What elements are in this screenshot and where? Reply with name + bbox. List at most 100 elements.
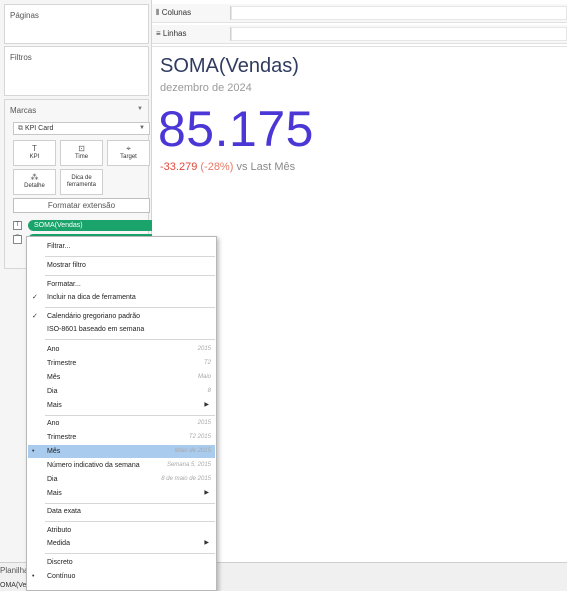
menu-item-filter[interactable]: Filtrar...	[28, 240, 215, 253]
menu-item-month-part[interactable]: Mês Maio	[28, 371, 215, 384]
menu-item-more-part[interactable]: Mais ▶	[28, 399, 215, 412]
filters-title: Filtros	[10, 53, 32, 62]
kpi-title: SOMA(Vendas)	[160, 55, 299, 77]
menu-item-year-value[interactable]: Ano 2015	[28, 417, 215, 430]
kpi-delta-value: -33.279	[160, 161, 198, 173]
menu-item-label: Medida	[47, 540, 70, 547]
menu-item-label: Ano	[47, 420, 60, 427]
marks-title: Marcas	[10, 106, 37, 115]
menu-item-discrete[interactable]: Discreto	[28, 556, 215, 569]
menu-item-attribute[interactable]: Atributo	[28, 524, 215, 537]
mark-button-label: KPI	[29, 154, 40, 160]
menu-item-show-filter[interactable]: Mostrar filtro	[28, 259, 215, 272]
menu-item-more-value[interactable]: Mais ▶	[28, 487, 215, 500]
rows-text: Linhas	[162, 29, 187, 38]
menu-item-label: Mostrar filtro	[47, 262, 86, 269]
mark-button-label: Detalhe	[24, 183, 45, 189]
menu-item-exact-date[interactable]: Data exata	[28, 505, 215, 518]
menu-item-example: Maio de 2015	[174, 448, 211, 454]
bullet-icon: •	[32, 573, 35, 580]
columns-drop-area[interactable]	[231, 6, 567, 20]
menu-divider	[45, 521, 215, 522]
chevron-down-icon: ▼	[139, 125, 145, 131]
format-extension-button[interactable]: Formatar extensão	[13, 198, 150, 213]
sheet-tab[interactable]: Planilha	[0, 566, 28, 575]
mark-button-label: Dica de ferramenta	[66, 175, 96, 188]
menu-item-include-tooltip[interactable]: ✓ Incluir na dica de ferramenta	[28, 291, 215, 304]
chevron-right-icon: ▶	[204, 540, 209, 546]
pages-title: Páginas	[10, 11, 39, 20]
rows-icon: ≡	[156, 29, 163, 38]
columns-shelf[interactable]: ⦀ Colunas	[152, 4, 567, 23]
pages-card[interactable]: Páginas	[4, 4, 149, 44]
menu-item-label: Dia	[47, 476, 58, 483]
menu-item-label: Mês	[47, 374, 61, 381]
mark-button-tooltip[interactable]: Dica de ferramenta	[60, 169, 103, 195]
menu-item-example: 8 de maio de 2015	[161, 476, 211, 482]
chevron-right-icon: ▶	[204, 490, 209, 496]
menu-item-quarter-value[interactable]: Trimestre T2 2015	[28, 431, 215, 444]
time-icon: ⊡	[78, 144, 85, 153]
menu-item-week-number[interactable]: Número indicativo da semana Semana 5, 20…	[28, 459, 215, 472]
menu-item-example: 2015	[197, 420, 211, 426]
menu-divider	[45, 415, 215, 416]
rows-shelf[interactable]: ≡ Linhas	[152, 25, 567, 44]
menu-item-label: Trimestre	[47, 434, 77, 441]
menu-item-label: Mais	[47, 402, 62, 409]
kpi-delta-percent: (-28%)	[200, 161, 234, 173]
menu-item-label: Ano	[47, 346, 60, 353]
menu-item-continuous[interactable]: • Contínuo	[28, 570, 215, 583]
menu-item-format[interactable]: Formatar...	[28, 278, 215, 291]
kpi-value: 85.175	[158, 101, 314, 157]
chevron-right-icon: ▶	[204, 402, 209, 408]
detail-icon: ⁂	[30, 173, 39, 182]
mark-button-detail[interactable]: ⁂ Detalhe	[13, 169, 56, 195]
mark-type-dropdown[interactable]: ⧉ KPI Card ▼	[13, 122, 150, 135]
kpi-icon: T	[32, 144, 37, 153]
menu-divider	[45, 275, 215, 276]
menu-item-label: Contínuo	[47, 573, 76, 580]
kpi-delta: -33.279 (-28%) vs Last Mês	[160, 161, 295, 173]
menu-divider	[45, 307, 215, 308]
menu-item-label: Número indicativo da semana	[47, 462, 140, 469]
menu-item-gregorian[interactable]: ✓ Calendário gregoriano padrão	[28, 310, 215, 323]
rows-drop-area[interactable]	[231, 27, 567, 41]
mark-button-time[interactable]: ⊡ Time	[60, 140, 103, 166]
menu-item-label: Atributo	[47, 527, 72, 534]
marks-caret-icon[interactable]: ▼	[137, 106, 143, 112]
mark-type-label: KPI Card	[24, 125, 54, 132]
rows-label: ≡ Linhas	[156, 29, 186, 38]
menu-item-label: Incluir na dica de ferramenta	[47, 294, 136, 301]
checkmark-icon: ✓	[32, 294, 38, 301]
menu-divider	[45, 503, 215, 504]
mark-button-target[interactable]: ⌖ Target	[107, 140, 150, 166]
menu-item-label: Filtrar...	[47, 243, 71, 250]
kpi-delta-suffix: vs Last Mês	[236, 161, 296, 173]
menu-item-measure[interactable]: Medida ▶	[28, 537, 215, 550]
menu-item-iso8601[interactable]: ISO-8601 baseado em semana	[28, 323, 215, 336]
sales-pill[interactable]: SOMA(Vendas)	[28, 220, 156, 231]
kpi-card-icon: ⧉	[18, 125, 25, 132]
columns-text: Colunas	[161, 8, 192, 17]
menu-item-example: T2	[203, 360, 211, 366]
menu-item-month-value[interactable]: • Mês Maio de 2015	[28, 445, 215, 458]
menu-item-year-part[interactable]: Ano 2015	[28, 343, 215, 356]
menu-item-label: Mês	[47, 448, 61, 455]
menu-divider	[45, 256, 215, 257]
menu-item-label: Dia	[47, 388, 58, 395]
target-icon: ⌖	[126, 144, 131, 153]
menu-divider	[45, 339, 215, 340]
chart-icon: ⌒	[13, 235, 22, 244]
mark-button-kpi[interactable]: T KPI	[13, 140, 56, 166]
menu-item-quarter-part[interactable]: Trimestre T2	[28, 357, 215, 370]
menu-item-label: Data exata	[47, 508, 81, 515]
filters-card[interactable]: Filtros	[4, 46, 149, 96]
kpi-period: dezembro de 2024	[160, 82, 252, 94]
menu-item-day-part[interactable]: Dia 8	[28, 385, 215, 398]
menu-item-label: Mais	[47, 490, 62, 497]
menu-item-example: Semana 5, 2015	[166, 462, 211, 468]
menu-item-day-value[interactable]: Dia 8 de maio de 2015	[28, 473, 215, 486]
menu-item-label: Calendário gregoriano padrão	[47, 313, 141, 320]
menu-item-label: Formatar...	[47, 281, 81, 288]
menu-item-label: Discreto	[47, 559, 73, 566]
